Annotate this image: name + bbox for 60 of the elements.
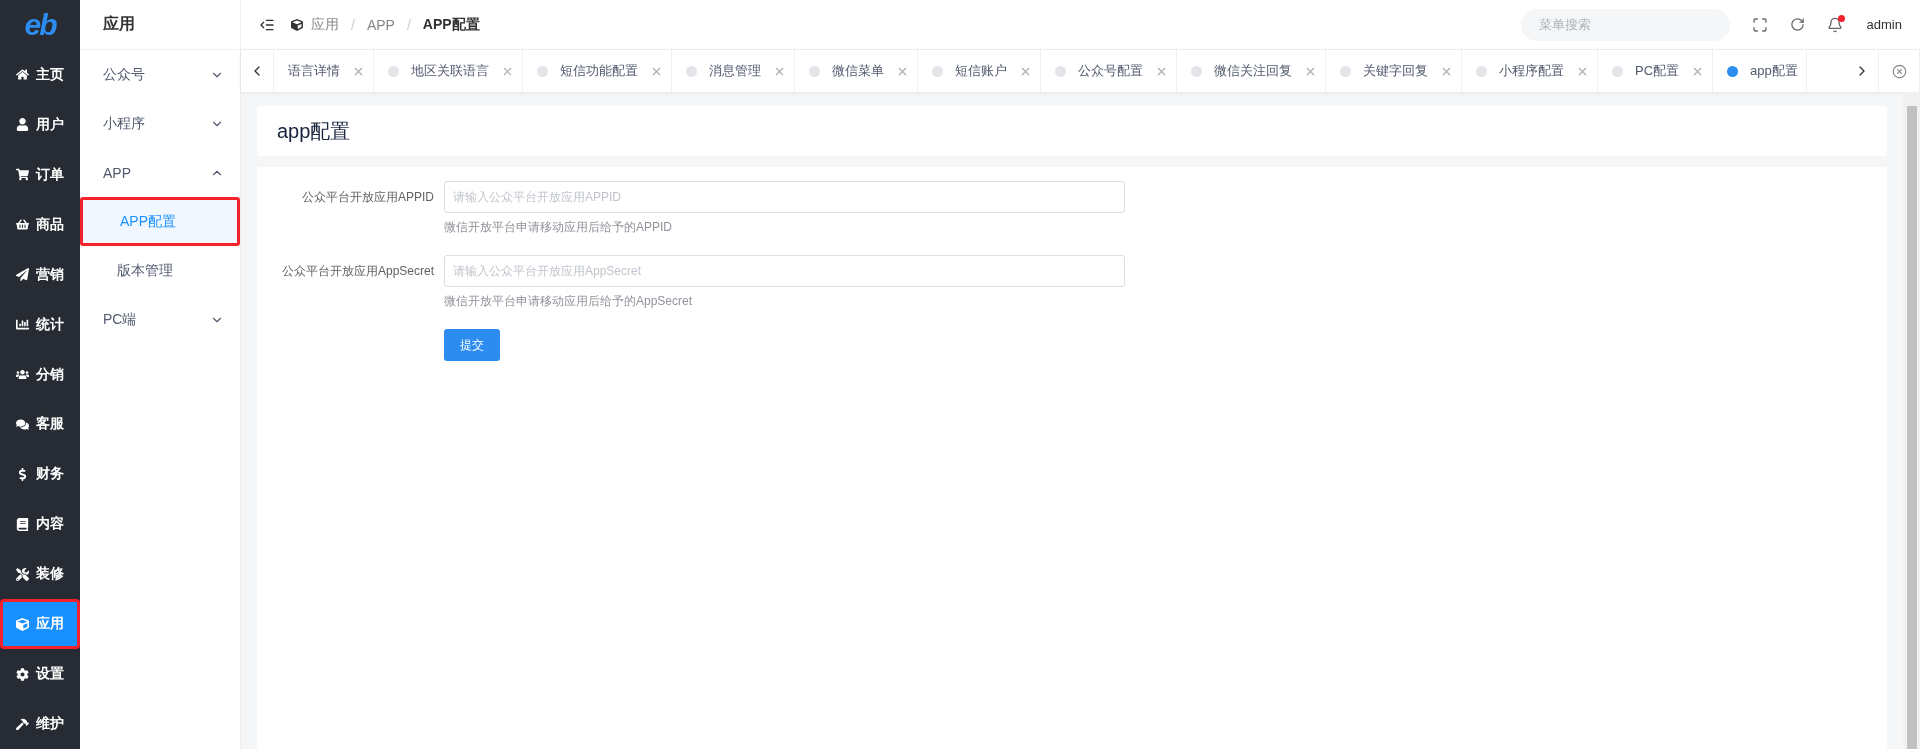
nav-item[interactable]: 内容 (0, 499, 80, 550)
dollar-icon (16, 467, 29, 481)
page-tab[interactable]: 公众号配置 (1041, 50, 1177, 92)
page-tab[interactable]: 语言详情 (274, 50, 374, 92)
breadcrumb-item: APP配置 (422, 15, 480, 34)
user-name[interactable]: admin (1866, 17, 1902, 32)
scrollbar[interactable] (1903, 92, 1920, 749)
nav-item[interactable]: 商品 (0, 199, 80, 250)
refresh-icon[interactable] (1789, 17, 1805, 32)
breadcrumb-separator: / (406, 16, 411, 33)
nav-item[interactable]: 装修 (0, 549, 80, 600)
book-icon (16, 517, 29, 531)
page-tab[interactable]: 小程序配置 (1462, 50, 1598, 92)
nav-item[interactable]: 分销 (0, 349, 80, 400)
page-tab[interactable]: 微信菜单 (795, 50, 918, 92)
breadcrumb-item[interactable]: 应用 (311, 15, 339, 34)
breadcrumb-separator: / (351, 16, 355, 33)
page-tab[interactable]: PC配置 (1598, 50, 1714, 92)
field-label: 公众平台开放应用APPID (301, 189, 435, 206)
nav-item[interactable]: 统计 (0, 299, 80, 350)
nav-item[interactable]: 维护 (0, 699, 80, 749)
logo: eb (23, 6, 57, 43)
help-text: 微信开放平台申请移动应用后给予的APPID (444, 219, 673, 236)
search-field[interactable]: 菜单搜索 (1520, 8, 1730, 41)
help-text: 微信开放平台申请移动应用后给予的AppSecret (444, 293, 694, 310)
nav-item[interactable]: 营销 (0, 249, 80, 300)
nav-item[interactable]: 用户 (0, 99, 80, 150)
circle-close-icon (1891, 63, 1907, 79)
home-icon (16, 68, 29, 82)
users-icon (16, 368, 29, 381)
nav-item[interactable]: 主页 (0, 49, 80, 100)
input-field[interactable]: 请输入公众平台开放应用APPID (444, 181, 1125, 213)
input-field[interactable]: 请输入公众平台开放应用AppSecret (444, 255, 1125, 287)
basket-icon (16, 218, 29, 232)
cube-icon (291, 18, 303, 31)
nav-item[interactable]: 订单 (0, 149, 80, 200)
nav-item[interactable]: 客服 (0, 399, 80, 450)
fullscreen-icon[interactable] (1751, 16, 1768, 33)
nav-item[interactable]: 财务 (0, 449, 80, 500)
cube-icon (16, 617, 29, 631)
page-tab[interactable]: 短信功能配置 (523, 50, 672, 92)
page-title: app配置 (277, 118, 351, 144)
settings-icon (16, 667, 29, 681)
cart-icon (16, 168, 29, 182)
bar-chart-icon (16, 318, 29, 332)
field-label: 公众平台开放应用AppSecret (280, 263, 435, 280)
breadcrumb-item[interactable]: APP (366, 16, 395, 33)
paper-plane-icon (16, 268, 29, 282)
page-tab[interactable]: 消息管理 (672, 50, 795, 92)
page-tab[interactable]: 短信账户 (918, 50, 1041, 92)
bell-icon[interactable] (1826, 16, 1843, 33)
user-icon (16, 118, 29, 132)
page-tab[interactable]: app配置 (1713, 50, 1807, 92)
page-tab[interactable]: 地区关联语言 (374, 50, 523, 92)
nav-item[interactable]: 设置 (0, 649, 80, 700)
hammer-icon (16, 717, 29, 731)
chat-icon (16, 417, 29, 431)
page-tab[interactable]: 关键字回复 (1326, 50, 1462, 92)
tools-icon (16, 567, 29, 581)
page-tab[interactable]: 微信关注回复 (1177, 50, 1326, 92)
